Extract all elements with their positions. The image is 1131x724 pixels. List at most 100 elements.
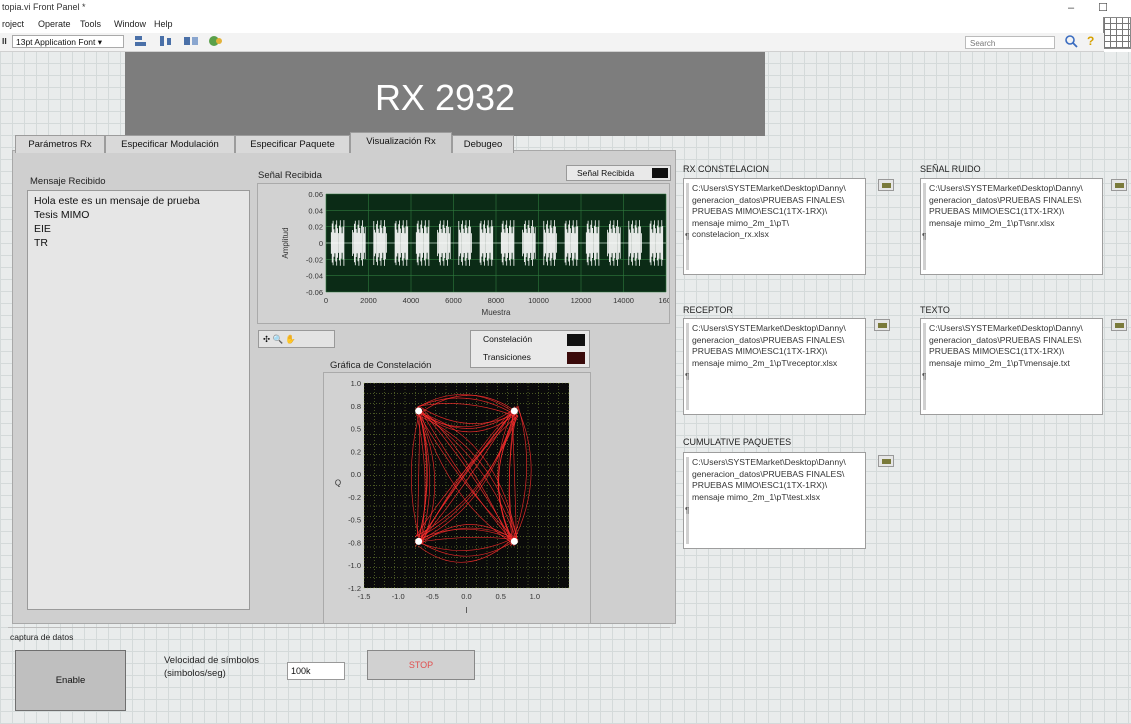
font-select[interactable]: 13pt Application Font ▾ <box>12 35 124 48</box>
constellation-x-tick-label: -0.5 <box>426 592 439 601</box>
path-line: generacion_datos\PRUEBAS FINALES\ <box>692 334 845 345</box>
signal-x-tick-label: 12000 <box>571 296 592 305</box>
legend-constelacion-swatch <box>567 334 585 346</box>
message-line: EIE <box>34 223 51 235</box>
constellation-x-tick-label: -1.5 <box>358 592 371 601</box>
constellation-x-tick-label: 0.5 <box>495 592 505 601</box>
path-line: PRUEBAS MIMO\ESC1(1TX-1RX)\ <box>692 480 828 490</box>
align-objects-icon[interactable] <box>134 35 152 48</box>
message-line: Tesis MIMO <box>34 209 90 221</box>
signal-x-tick-label: 0 <box>324 296 328 305</box>
reorder-icon[interactable] <box>208 35 226 48</box>
tab-debugeo[interactable]: Debugeo <box>452 135 514 153</box>
path-cursor: ¶ <box>685 372 690 381</box>
menu-project[interactable]: roject <box>2 19 24 29</box>
search-input[interactable]: Search <box>965 36 1055 49</box>
signal-x-tick-label: 2000 <box>360 296 377 305</box>
signal-y-tick-label: 0.04 <box>308 206 323 215</box>
tab-especificar-paquete[interactable]: Especificar Paquete <box>235 135 350 153</box>
signal-legend[interactable]: Señal Recibida <box>566 165 671 181</box>
path-line: mensaje mimo_2m_1\pT\mensaje.txt <box>929 357 1070 368</box>
stop-button[interactable]: STOP <box>367 650 475 680</box>
minimize-button[interactable]: – <box>1060 0 1082 16</box>
tab-especificar-modulacion[interactable]: Especificar Modulación <box>105 135 235 153</box>
signal-y-tick-label: 0.06 <box>308 190 323 199</box>
path-box-texto[interactable]: ¶ C:\Users\SYSTEMarket\Desktop\Danny\ ge… <box>920 318 1103 415</box>
path-box-senal-ruido[interactable]: ¶ C:\Users\SYSTEMarket\Desktop\Danny\ ge… <box>920 178 1103 275</box>
font-select-value: 13pt Application Font <box>16 37 96 47</box>
menu-operate[interactable]: Operate <box>38 19 71 29</box>
constellation-y-tick-label: 0.5 <box>351 425 361 434</box>
path-label-senal-ruido: SEÑAL RUIDO <box>920 164 981 174</box>
signal-x-axis-label: Muestra <box>482 308 511 317</box>
pause-button[interactable]: II <box>2 35 7 48</box>
browse-folder-icon[interactable] <box>878 455 894 467</box>
path-line: PRUEBAS MIMO\ESC1(1TX-1RX)\ <box>929 346 1065 356</box>
enable-button[interactable]: Enable <box>15 650 126 711</box>
constellation-legend[interactable]: Constelación Transiciones <box>470 330 590 368</box>
signal-chart-panel: 0 2000 4000 6000 8000 10000 12000 14000 160(0.06… <box>257 183 674 324</box>
menu-window[interactable]: Window <box>114 19 146 29</box>
signal-x-tick-label: 160( <box>658 296 669 305</box>
path-box-rx-constelacion[interactable]: ¶ C:\Users\SYSTEMarket\Desktop\Danny\ ge… <box>683 178 866 275</box>
graph-palette[interactable]: ✣ 🔍 ✋ <box>258 330 335 348</box>
constellation-chart[interactable]: -1.5 -1.0 -0.5 0.0 0.5 1.0 1.0 0.8 0.5 0.2 0.0 -0.2… <box>324 373 590 623</box>
distribute-objects-icon[interactable] <box>158 35 176 48</box>
constellation-point <box>415 537 423 545</box>
vi-grid-icon <box>1103 17 1131 49</box>
path-cursor: ¶ <box>922 372 927 381</box>
path-line: PRUEBAS MIMO\ESC1(1TX-1RX)\ <box>929 206 1065 216</box>
speed-unit-label: (simbolos/seg) <box>164 668 226 679</box>
path-scroll <box>923 323 926 410</box>
path-line: mensaje mimo_2m_1\pT\receptor.xlsx <box>692 357 838 368</box>
legend-transiciones: Transiciones <box>483 352 531 362</box>
signal-chart[interactable]: 0 2000 4000 6000 8000 10000 12000 14000 160(0.06… <box>258 184 674 323</box>
path-cursor: ¶ <box>685 232 690 241</box>
search-placeholder: Search <box>970 39 996 48</box>
path-line: C:\Users\SYSTEMarket\Desktop\Danny\ <box>692 183 846 193</box>
message-textbox[interactable]: Hola este es un mensaje de prueba Tesis … <box>27 190 250 610</box>
path-scroll <box>686 457 689 544</box>
tab-parametros-rx[interactable]: Parámetros Rx <box>15 135 105 153</box>
constellation-y-tick-label: 0.2 <box>351 447 361 456</box>
signal-x-tick-label: 4000 <box>403 296 420 305</box>
signal-legend-swatch <box>652 168 668 178</box>
browse-folder-icon[interactable] <box>1111 319 1127 331</box>
signal-y-tick-label: -0.06 <box>306 288 323 297</box>
browse-folder-icon[interactable] <box>878 179 894 191</box>
legend-constelacion: Constelación <box>483 334 533 344</box>
path-line: C:\Users\SYSTEMarket\Desktop\Danny\ <box>692 323 846 333</box>
path-line: generacion_datos\PRUEBAS FINALES\ <box>929 334 1082 345</box>
signal-y-tick-label: 0.02 <box>308 223 323 232</box>
path-label-cumulative-paquetes: CUMULATIVE PAQUETES <box>683 437 792 447</box>
signal-x-tick-label: 10000 <box>528 296 549 305</box>
menu-tools[interactable]: Tools <box>80 19 101 29</box>
path-line: PRUEBAS MIMO\ESC1(1TX-1RX)\ <box>692 206 828 216</box>
path-box-cumulative-paquetes[interactable]: ¶ C:\Users\SYSTEMarket\Desktop\Danny\ ge… <box>683 452 866 549</box>
constellation-y-tick-label: 0.0 <box>351 470 361 479</box>
path-label-receptor: RECEPTOR <box>683 305 733 315</box>
help-icon[interactable]: ? <box>1087 35 1097 48</box>
maximize-button[interactable]: ☐ <box>1092 0 1114 16</box>
graph-palette-tools: ✣ 🔍 ✋ <box>263 334 297 344</box>
search-icon[interactable] <box>1065 35 1079 48</box>
menu-help[interactable]: Help <box>154 19 173 29</box>
constellation-y-tick-label: -1.0 <box>348 561 361 570</box>
path-line: constelacion_rx.xlsx <box>692 229 769 239</box>
path-box-receptor[interactable]: ¶ C:\Users\SYSTEMarket\Desktop\Danny\ ge… <box>683 318 866 415</box>
browse-folder-icon[interactable] <box>1111 179 1127 191</box>
browse-folder-icon[interactable] <box>874 319 890 331</box>
symbol-rate-input[interactable]: 100k <box>287 662 345 680</box>
path-line: generacion_datos\PRUEBAS FINALES\ <box>692 194 845 205</box>
capture-label: captura de datos <box>10 632 74 642</box>
path-line: PRUEBAS MIMO\ESC1(1TX-1RX)\ <box>692 346 828 356</box>
constellation-y-tick-label: 0.8 <box>351 402 361 411</box>
tab-visualizacion-rx[interactable]: Visualización Rx <box>350 132 452 153</box>
toolbar: II 13pt Application Font ▾ Search ? <box>0 33 1104 52</box>
constellation-y-tick-label: -0.5 <box>348 516 361 525</box>
banner-title: RX 2932 <box>374 77 516 118</box>
signal-y-tick-label: -0.04 <box>306 272 323 281</box>
signal-y-tick-label: 0 <box>319 239 323 248</box>
resize-objects-icon[interactable] <box>183 35 201 48</box>
message-line: TR <box>34 237 48 249</box>
